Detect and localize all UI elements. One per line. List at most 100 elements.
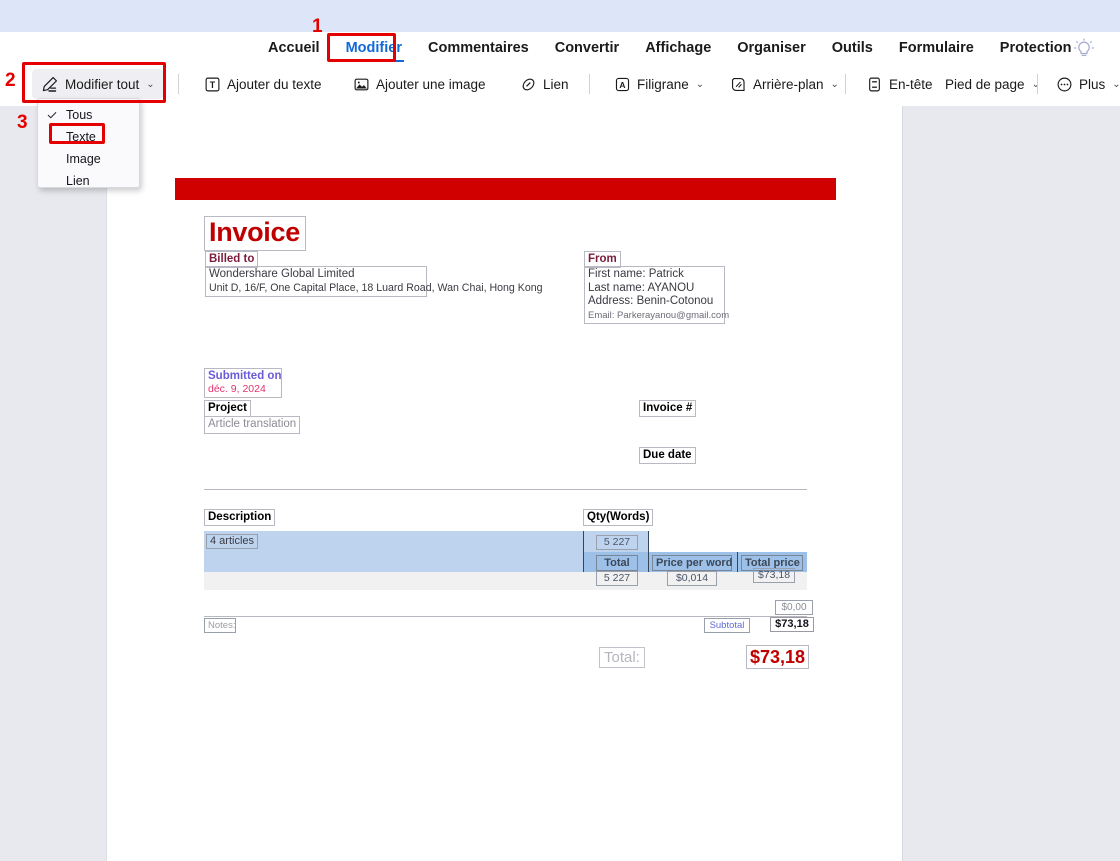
notes-label[interactable]: Notes: (204, 618, 236, 633)
billed-to-block[interactable]: Wondershare Global Limited Unit D, 16/F,… (205, 266, 543, 297)
tab-affichage[interactable]: Affichage (632, 32, 724, 64)
row-description-value[interactable]: 4 articles (206, 534, 259, 549)
add-image-button[interactable]: Ajouter une image (345, 69, 494, 99)
total-label[interactable]: Total: (599, 647, 645, 668)
modifier-tout-dropdown-menu[interactable]: Tous Texte Image Lien (37, 98, 140, 188)
toolbar-separator-3 (845, 74, 846, 94)
chevron-down-icon[interactable]: ⌄ (831, 79, 839, 90)
invoice-red-banner (175, 178, 836, 200)
more-label: Plus (1079, 76, 1106, 92)
billed-to-line-1: Wondershare Global Limited (209, 268, 355, 280)
invoice-title[interactable]: Invoice (204, 216, 306, 251)
invoice-number-label[interactable]: Invoice # (639, 400, 697, 417)
pencil-edit-icon (40, 75, 59, 94)
tab-formulaire[interactable]: Formulaire (886, 32, 987, 64)
background-button[interactable]: Arrière-plan ⌄ (722, 69, 847, 99)
watermark-button[interactable]: A Filigrane ⌄ (606, 69, 712, 99)
more-dots-icon (1056, 76, 1073, 93)
subtotal-value[interactable]: $73,18 (770, 617, 814, 632)
subtotal-label[interactable]: Subtotal (704, 618, 750, 633)
footer-button[interactable]: Pied de page ⌄ (937, 69, 1048, 99)
tab-outils[interactable]: Outils (819, 32, 886, 64)
dropdown-item-tous[interactable]: Tous (38, 104, 139, 126)
total-value[interactable]: $73,18 (746, 645, 810, 669)
submitted-on-value: déc. 9, 2024 (208, 383, 266, 395)
image-icon (353, 76, 370, 93)
table-divider-2 (648, 531, 649, 552)
from-block[interactable]: First name: Patrick Last name: AYANOU Ad… (584, 266, 729, 324)
watermark-a-icon: A (614, 76, 631, 93)
project-value[interactable]: Article translation (204, 416, 301, 434)
add-image-label: Ajouter une image (376, 76, 486, 92)
table-row-1-bg (204, 531, 583, 552)
table-row-2-bg (204, 552, 583, 572)
table-divider-3 (583, 552, 584, 572)
background-icon (730, 76, 747, 93)
project-label[interactable]: Project (204, 400, 251, 417)
svg-text:A: A (619, 80, 625, 90)
table-divider-1 (583, 531, 584, 552)
dropdown-item-image[interactable]: Image (38, 148, 139, 170)
val-total[interactable]: 5 227 (596, 571, 638, 586)
text-box-icon: T (204, 76, 221, 93)
submitted-on-label: Submitted on (208, 370, 282, 382)
invoice-document: Invoice Billed to Wondershare Global Lim… (107, 106, 903, 861)
dropdown-label-lien: Lien (66, 174, 90, 188)
background-label: Arrière-plan (753, 76, 824, 92)
header-footer-icon (866, 76, 883, 93)
header-button[interactable]: En-tête (858, 69, 941, 99)
row-qty-value[interactable]: 5 227 (596, 535, 638, 550)
chevron-down-icon[interactable]: ⌄ (1032, 79, 1040, 90)
col-total-header[interactable]: Total (596, 555, 638, 571)
chevron-down-icon[interactable]: ⌄ (1112, 79, 1120, 90)
chevron-down-icon[interactable]: ⌄ (696, 79, 704, 90)
dropdown-label-image: Image (66, 152, 101, 166)
annotation-number-1: 1 (312, 16, 323, 37)
add-text-button[interactable]: T Ajouter du texte (196, 69, 330, 99)
lightbulb-icon[interactable] (1072, 37, 1096, 61)
tab-convertir[interactable]: Convertir (542, 32, 632, 64)
link-icon (520, 76, 537, 93)
col-qty-header[interactable]: Qty(Words) (583, 509, 654, 526)
table-divider-5 (737, 552, 738, 572)
zero-amount[interactable]: $0,00 (775, 600, 813, 615)
document-workspace: Invoice Billed to Wondershare Global Lim… (0, 106, 1120, 861)
val-total-price[interactable]: $73,18 (753, 568, 795, 583)
pdf-page[interactable]: Invoice Billed to Wondershare Global Lim… (107, 106, 903, 861)
col-description-header[interactable]: Description (204, 509, 276, 526)
modifier-tout-button[interactable]: Modifier tout ⌄ (32, 69, 163, 99)
dropdown-label-texte: Texte (66, 130, 96, 144)
thumbnail-sidebar-panel[interactable] (0, 106, 107, 861)
tab-organiser[interactable]: Organiser (724, 32, 819, 64)
title-bar-strip (0, 0, 1120, 32)
svg-text:T: T (210, 80, 216, 90)
annotation-number-3: 3 (17, 112, 28, 133)
chevron-down-icon[interactable]: ⌄ (146, 79, 154, 90)
col-price-per-word-header[interactable]: Price per word (652, 555, 732, 571)
dropdown-label-tous: Tous (66, 108, 93, 122)
billed-to-line-2: Unit D, 16/F, One Capital Place, 18 Luar… (209, 281, 543, 294)
submitted-on-block[interactable]: Submitted on déc. 9, 2024 (204, 368, 282, 398)
tab-modifier[interactable]: Modifier (333, 32, 415, 64)
from-address: Address: Benin-Cotonou (588, 295, 714, 307)
dropdown-item-texte[interactable]: Texte (38, 126, 139, 148)
annotation-number-2: 2 (5, 70, 16, 91)
modifier-tout-label: Modifier tout (65, 76, 140, 92)
val-price-per-word[interactable]: $0,014 (667, 571, 717, 586)
table-top-rule (204, 489, 807, 490)
due-date-label[interactable]: Due date (639, 447, 696, 464)
watermark-label: Filigrane (637, 76, 689, 92)
edit-ribbon-toolbar: Modifier tout ⌄ T Ajouter du texte Ajout… (0, 64, 1120, 106)
more-button[interactable]: Plus ⌄ (1048, 69, 1120, 99)
from-first-name: First name: Patrick (588, 268, 684, 280)
notes-top-rule (204, 616, 807, 617)
tab-commentaires[interactable]: Commentaires (415, 32, 542, 64)
tab-protection[interactable]: Protection (987, 32, 1085, 64)
dropdown-item-lien[interactable]: Lien (38, 170, 139, 192)
from-last-name: Last name: AYANOU (588, 281, 695, 294)
application-window: Accueil Modifier Commentaires Convertir … (0, 0, 1120, 861)
footer-label: Pied de page (945, 76, 1025, 92)
toolbar-separator-1 (178, 74, 179, 94)
link-button[interactable]: Lien (512, 69, 577, 99)
table-divider-4 (648, 552, 649, 572)
